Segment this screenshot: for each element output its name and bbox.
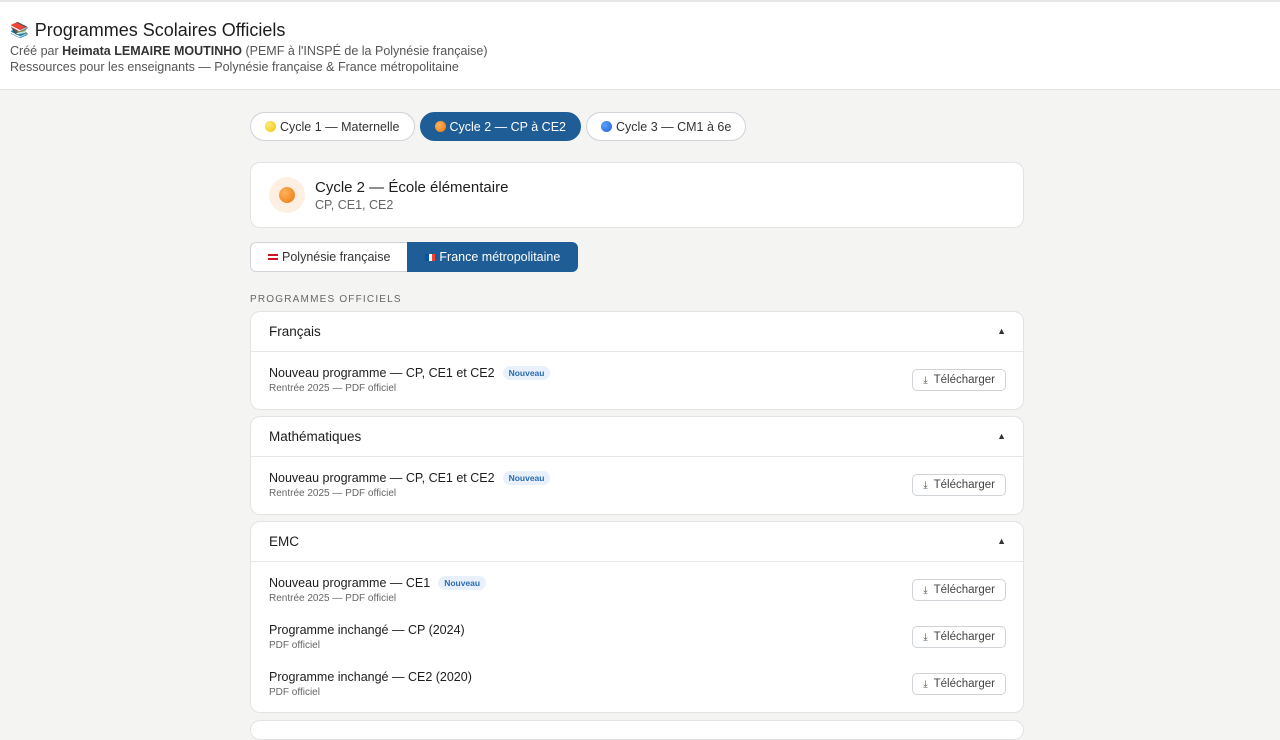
download-label: Télécharger: [933, 479, 995, 491]
doc-subtitle: PDF officiel: [269, 640, 320, 651]
list-item: Programme inchangé — CP (2024) PDF offic…: [251, 619, 1023, 666]
download-button[interactable]: ⤓ Télécharger: [912, 369, 1006, 391]
doc-title: Nouveau programme — CP, CE1 et CE2 Nouve…: [269, 471, 551, 485]
region-tabs: Polynésie française France métropolitain…: [250, 242, 579, 272]
resources-line: Ressources pour les enseignants — Polyné…: [10, 60, 459, 74]
download-icon: ⤓: [923, 678, 928, 690]
subject-title: Français: [269, 324, 321, 339]
app-title-text: Programmes Scolaires Officiels: [34, 20, 286, 40]
tab-france[interactable]: France métropolitaine: [407, 242, 579, 272]
download-button[interactable]: ⤓ Télécharger: [912, 626, 1006, 648]
list-item: Nouveau programme — CE1 Nouveau Rentrée …: [251, 562, 1023, 619]
new-badge: Nouveau: [438, 576, 487, 590]
chevron-up-icon[interactable]: ▲: [997, 431, 1006, 441]
cycle-badge: [269, 177, 305, 213]
tab-cycle-1[interactable]: Cycle 1 — Maternelle: [250, 112, 415, 141]
tab-label: Cycle 2 — CP à CE2: [449, 119, 566, 134]
download-icon: ⤓: [923, 584, 928, 596]
cycle-info-card: Cycle 2 — École élémentaire CP, CE1, CE2: [250, 162, 1024, 228]
chevron-up-icon[interactable]: ▲: [997, 536, 1006, 546]
tab-label: Polynésie française: [282, 250, 391, 264]
doc-title: Nouveau programme — CE1 Nouveau: [269, 576, 487, 590]
doc-subtitle: Rentrée 2025 — PDF officiel: [269, 593, 397, 604]
chevron-up-icon[interactable]: ▲: [997, 326, 1006, 336]
app-header: 📚 Programmes Scolaires Officiels Créé pa…: [0, 0, 1280, 90]
orange-dot-icon: [279, 187, 295, 203]
doc-title: Nouveau programme — CP, CE1 et CE2 Nouve…: [269, 366, 551, 380]
tab-cycle-2[interactable]: Cycle 2 — CP à CE2: [419, 112, 581, 141]
author-name: Heimata LEMAIRE MOUTINHO: [62, 44, 242, 58]
doc-title-text: Nouveau programme — CP, CE1 et CE2: [269, 471, 495, 485]
subject-card-francais: Français ▲ Nouveau programme — CP, CE1 e…: [250, 311, 1024, 410]
subject-header[interactable]: EMC ▲: [251, 522, 1023, 562]
doc-subtitle: Rentrée 2025 — PDF officiel: [269, 488, 397, 499]
tab-label: Cycle 3 — CM1 à 6e: [615, 119, 732, 134]
tab-label: Cycle 1 — Maternelle: [280, 119, 400, 134]
list-item: Nouveau programme — CP, CE1 et CE2 Nouve…: [251, 352, 1023, 409]
download-icon: ⤓: [923, 479, 928, 491]
app-title: 📚 Programmes Scolaires Officiels: [10, 20, 285, 41]
orange-dot-icon: [434, 121, 446, 132]
cycle-tabs: Cycle 1 — Maternelle Cycle 2 — CP à CE2 …: [250, 112, 747, 141]
download-label: Télécharger: [933, 374, 995, 386]
subject-card-emc: EMC ▲ Nouveau programme — CE1 Nouveau Re…: [250, 521, 1024, 713]
subject-header[interactable]: Mathématiques ▲: [251, 417, 1023, 457]
doc-title: Programme inchangé — CP (2024): [269, 623, 465, 637]
doc-title-text: Programme inchangé — CP (2024): [269, 623, 465, 637]
subject-title: EMC: [269, 534, 299, 549]
new-badge: Nouveau: [502, 366, 551, 380]
download-label: Télécharger: [933, 631, 995, 643]
france-flag-icon: [425, 253, 436, 261]
subject-card-mathematiques: Mathématiques ▲ Nouveau programme — CP, …: [250, 416, 1024, 515]
section-label: PROGRAMMES OFFICIELS: [250, 294, 402, 305]
blue-dot-icon: [600, 121, 612, 132]
download-button[interactable]: ⤓ Télécharger: [912, 474, 1006, 496]
download-label: Télécharger: [933, 678, 995, 690]
created-by-line: Créé par Heimata LEMAIRE MOUTINHO (PEMF …: [10, 44, 488, 58]
polynesia-flag-icon: [268, 253, 278, 261]
yellow-dot-icon: [265, 121, 276, 132]
doc-title-text: Nouveau programme — CP, CE1 et CE2: [269, 366, 495, 380]
list-item: Nouveau programme — CP, CE1 et CE2 Nouve…: [251, 457, 1023, 514]
cycle-levels: CP, CE1, CE2: [315, 198, 394, 212]
tab-label: France métropolitaine: [439, 250, 561, 264]
download-label: Télécharger: [933, 584, 995, 596]
tab-cycle-3[interactable]: Cycle 3 — CM1 à 6e: [585, 112, 747, 141]
doc-subtitle: Rentrée 2025 — PDF officiel: [269, 383, 397, 394]
download-icon: ⤓: [923, 374, 928, 386]
tab-polynesie[interactable]: Polynésie française: [250, 242, 408, 272]
subject-title: Mathématiques: [269, 429, 362, 444]
cycle-title: Cycle 2 — École élémentaire: [315, 179, 509, 196]
list-item: Programme inchangé — CE2 (2020) PDF offi…: [251, 666, 1023, 712]
download-button[interactable]: ⤓ Télécharger: [912, 673, 1006, 695]
new-badge: Nouveau: [502, 471, 551, 485]
doc-subtitle: PDF officiel: [269, 687, 320, 698]
created-suffix: (PEMF à l'INSPÉ de la Polynésie français…: [242, 44, 488, 58]
books-icon: 📚: [10, 22, 29, 39]
subject-card-next: [250, 720, 1024, 740]
download-button[interactable]: ⤓ Télécharger: [912, 579, 1006, 601]
doc-title-text: Nouveau programme — CE1: [269, 576, 431, 590]
download-icon: ⤓: [923, 631, 928, 643]
doc-title-text: Programme inchangé — CE2 (2020): [269, 670, 472, 684]
subject-header[interactable]: Français ▲: [251, 312, 1023, 352]
doc-title: Programme inchangé — CE2 (2020): [269, 670, 472, 684]
created-prefix: Créé par: [10, 44, 63, 58]
